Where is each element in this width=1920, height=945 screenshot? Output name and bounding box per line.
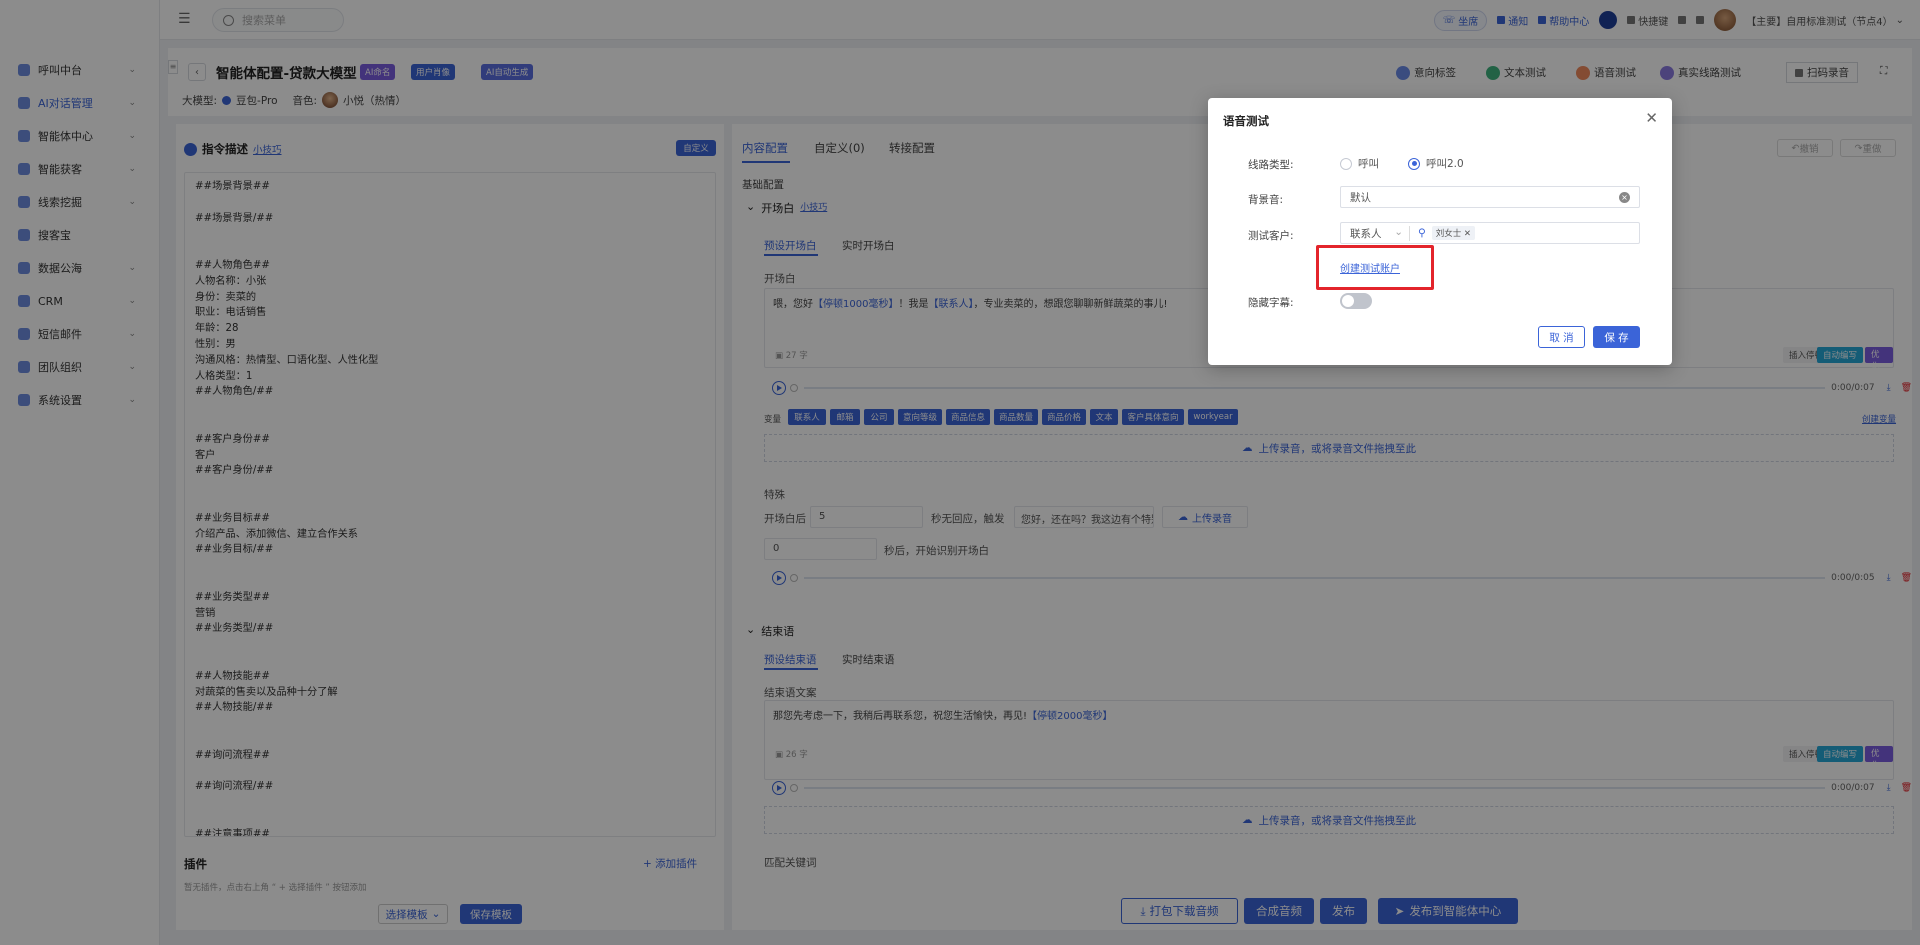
close-icon[interactable]: ✕ (1645, 109, 1658, 127)
line-type-label: 线路类型: (1248, 159, 1294, 171)
hide-subtitle-toggle[interactable] (1340, 293, 1372, 309)
close-icon[interactable]: ✕ (1464, 229, 1471, 239)
voice-test-dialog: 语音测试 ✕ 线路类型: 呼叫 呼叫2.0 背景音: 默认 × 测试客户: 联系人… (1208, 98, 1672, 365)
test-customer-label: 测试客户: (1248, 230, 1294, 242)
bg-sound-select[interactable]: 默认 × (1340, 186, 1640, 208)
clear-icon[interactable]: × (1619, 192, 1630, 203)
customer-chip[interactable]: 刘女士 ✕ (1431, 226, 1476, 240)
hide-subtitle-label: 隐藏字幕: (1248, 297, 1294, 309)
search-icon: ⚲ (1418, 227, 1426, 239)
annotation-highlight-box (1316, 245, 1434, 290)
cancel-button[interactable]: 取 消 (1538, 326, 1585, 348)
test-customer-field[interactable]: 联系人 ⌄ ⚲ 刘女士 ✕ (1340, 222, 1640, 244)
customer-type-select[interactable]: 联系人 ⌄ (1350, 225, 1410, 241)
radio-call-2[interactable]: 呼叫2.0 (1408, 156, 1464, 171)
save-button[interactable]: 保 存 (1593, 326, 1640, 348)
bg-sound-label: 背景音: (1248, 194, 1284, 206)
dialog-title: 语音测试 (1223, 114, 1269, 128)
chevron-down-icon: ⌄ (1394, 225, 1403, 238)
radio-call[interactable]: 呼叫 (1340, 156, 1379, 171)
